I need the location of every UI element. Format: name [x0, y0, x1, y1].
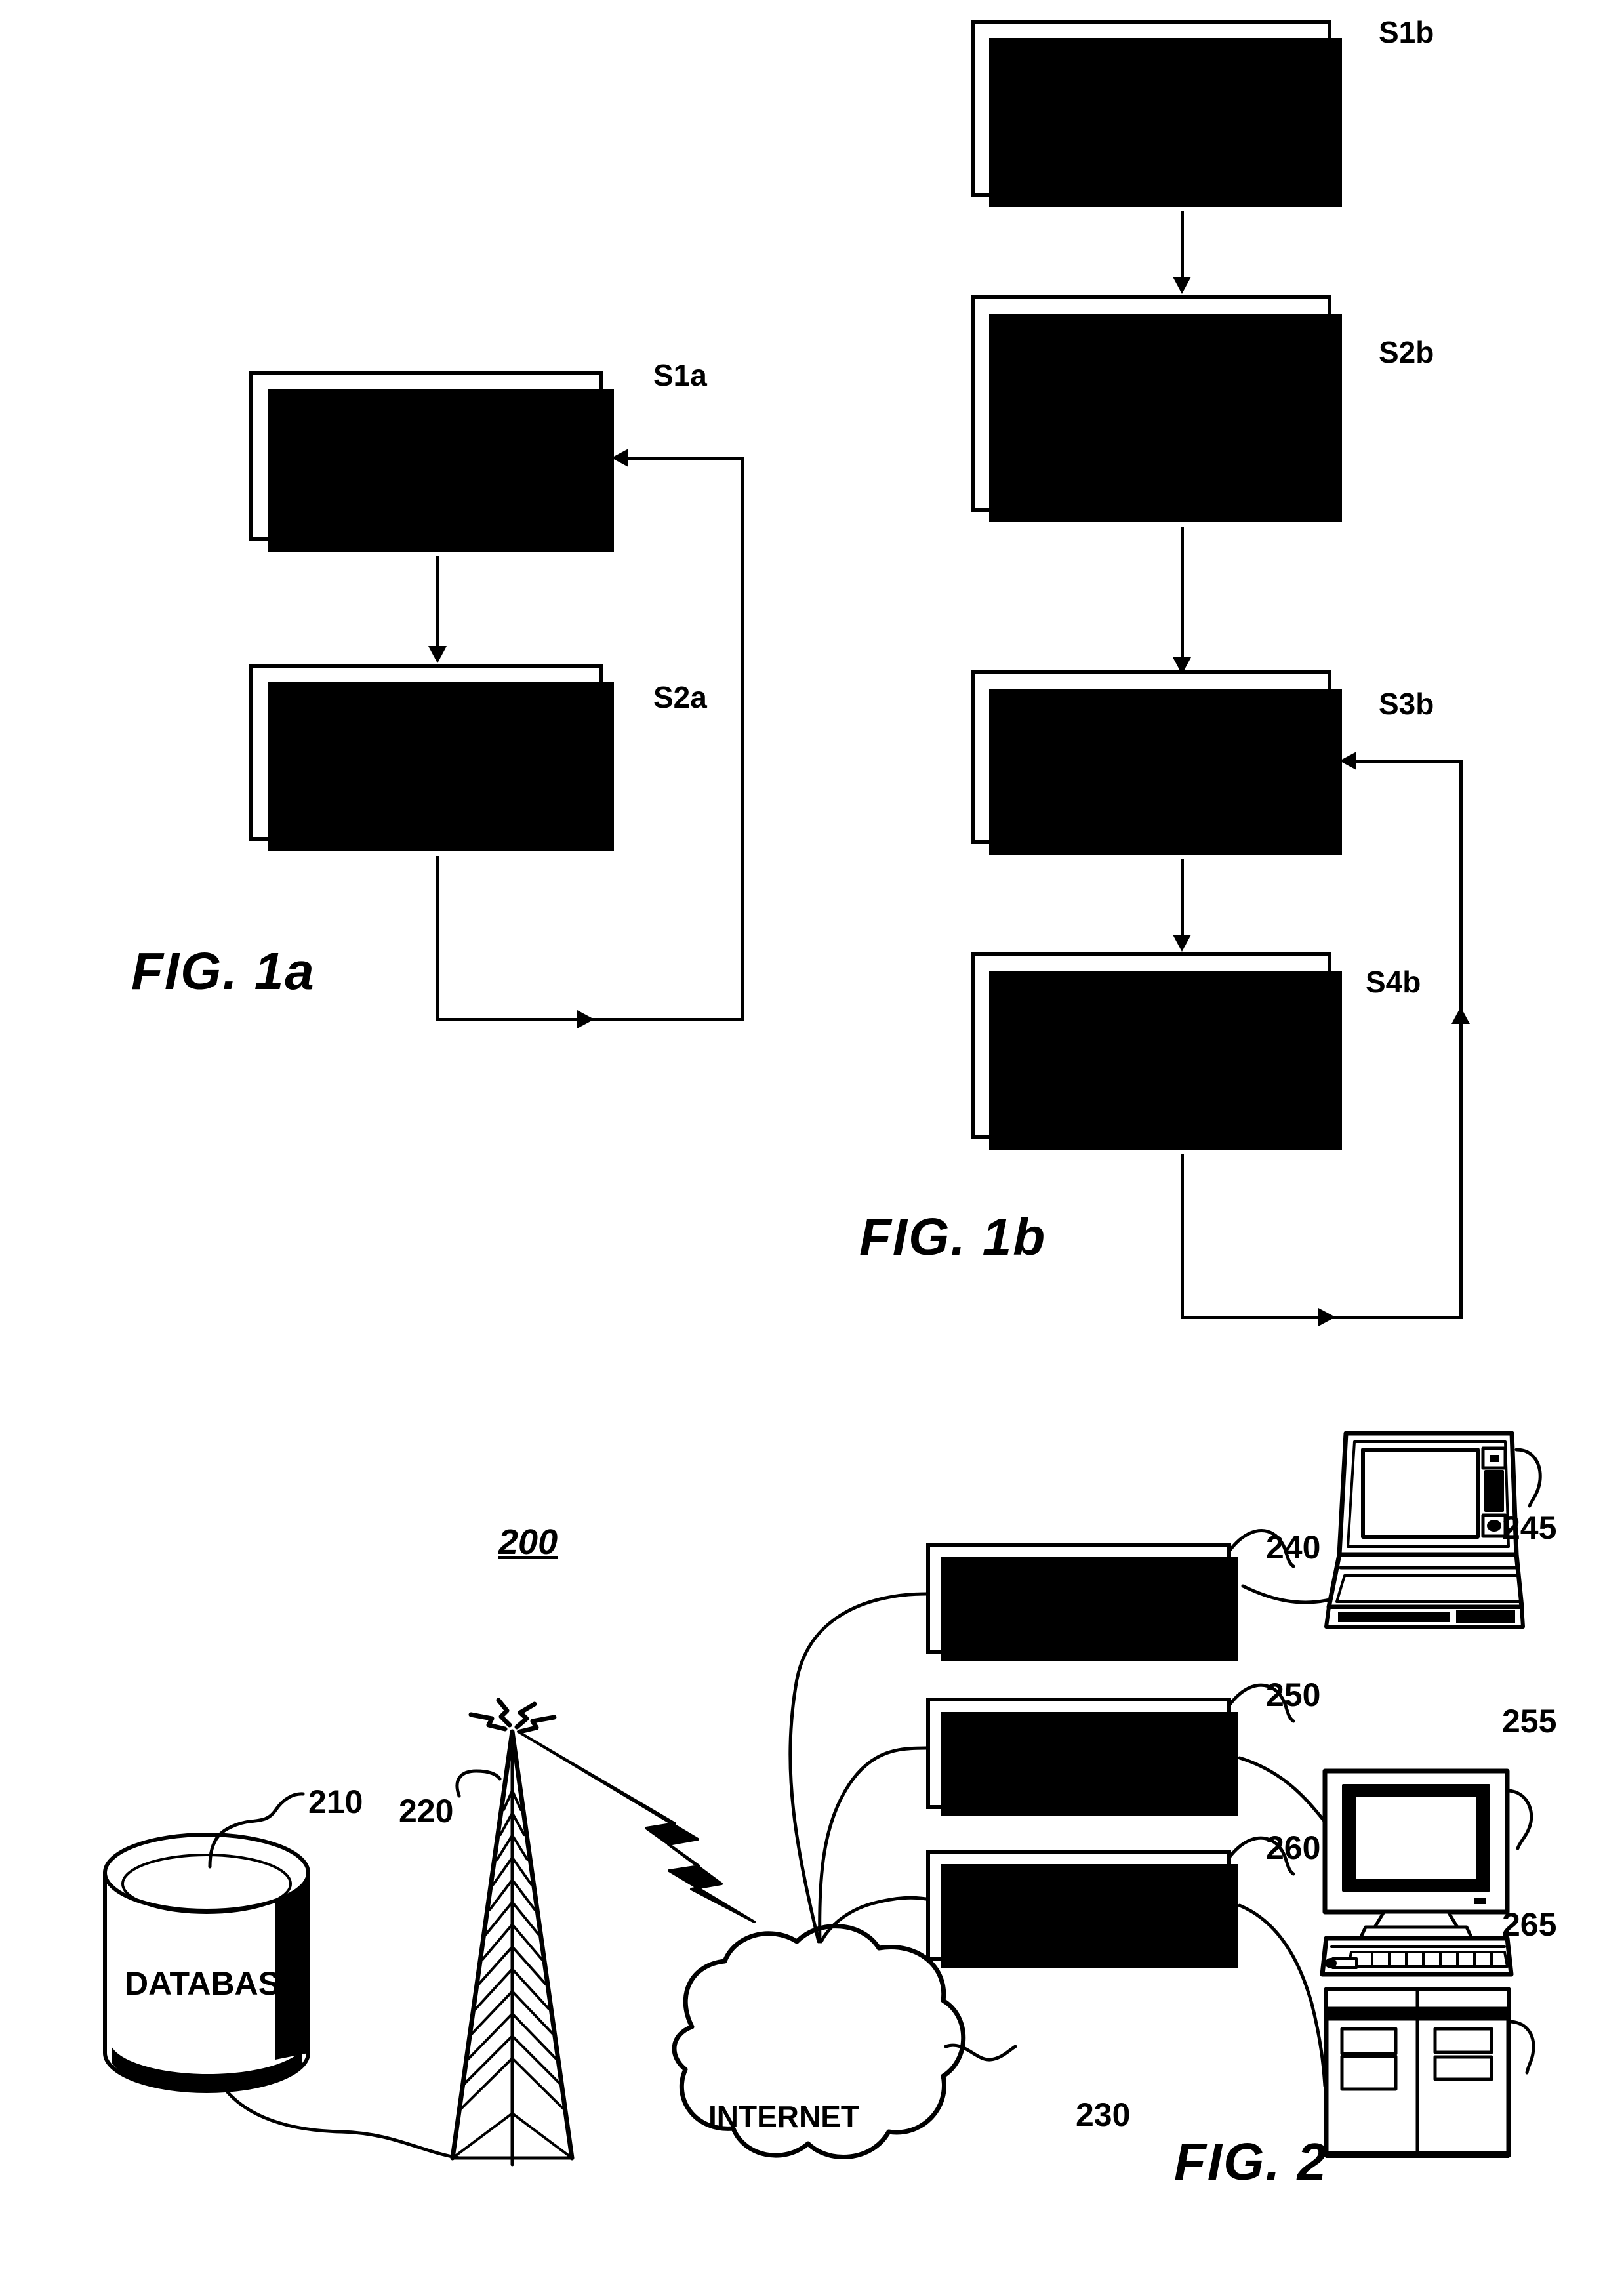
server-tower-icon: [1324, 1987, 1511, 2158]
arrow-s1a-s2a: [428, 646, 447, 663]
connector-s2b-s3b: [1181, 527, 1184, 661]
internet-label: INTERNET: [708, 2100, 859, 2134]
flow-box-s2b: ENCODE LOGIC TO BE EXECUTED UPON FIRING …: [971, 295, 1342, 522]
client-side-filter-label-250: CLIENT SIDE FILTER: [987, 1720, 1170, 1786]
step-label-s1a: S1a: [653, 358, 707, 392]
flow-box-s3b: CHECK TRIGGER FLAG: [971, 670, 1342, 855]
flow-box-s1b-label: DECLARE TRIGGER: [1071, 70, 1231, 146]
flow-box-s3b-label: CHECK TRIGGER FLAG: [1017, 720, 1285, 793]
feedback-up-1a: [741, 457, 744, 1021]
feedback-up-arrow-1b: [1451, 1007, 1470, 1024]
connector-s3b-s4b: [1181, 859, 1184, 938]
flow-box-s2a: TAKE ACTION BASED ON DATABASE QUERY RESU…: [249, 664, 614, 851]
reference-250: 250: [1266, 1677, 1321, 1713]
flow-box-s1b: DECLARE TRIGGER: [971, 20, 1342, 207]
feedback-bottom-arrow-1b: [1318, 1308, 1335, 1326]
reference-260: 260: [1266, 1829, 1321, 1866]
patent-drawing-sheet: QUERY DATABASE S1a TAKE ACTION BASED ON …: [0, 0, 1624, 2280]
system-reference-200: 200: [498, 1522, 558, 1562]
feedback-top-1a: [618, 457, 742, 460]
reference-265: 265: [1502, 1906, 1557, 1943]
arrow-s3b-s4b: [1173, 935, 1191, 952]
reference-220: 220: [399, 1793, 454, 1829]
arrow-s1b-s2b: [1173, 277, 1191, 294]
reference-255: 255: [1502, 1703, 1557, 1740]
flow-box-s1a-label: QUERY DATABASE: [336, 418, 516, 493]
feedback-bottom-arrow-1a: [577, 1010, 594, 1028]
step-label-s2b: S2b: [1379, 335, 1434, 369]
figure-1a-caption: FIG. 1a: [131, 942, 315, 1000]
flow-box-s2b-label: ENCODE LOGIC TO BE EXECUTED UPON FIRING …: [1019, 315, 1283, 492]
laptop-computer-icon: [1324, 1431, 1525, 1629]
feedback-down-1a: [436, 856, 439, 1020]
step-label-s1b: S1b: [1379, 15, 1434, 49]
client-side-filter-label-240: CLIENT SIDE FILTER: [987, 1565, 1170, 1631]
arrow-s2b-s3b: [1173, 657, 1191, 674]
client-side-filter-label-260: CLIENT SIDE FILTER: [987, 1872, 1170, 1938]
flow-box-s1a: QUERY DATABASE: [249, 371, 614, 552]
feedback-down-1b: [1181, 1154, 1184, 1318]
flow-box-s4b-label: TAKE ACTION BASED ON STATE OF TRIGGER FL…: [1036, 975, 1267, 1116]
client-side-filter-box-240: CLIENT SIDE FILTER: [926, 1543, 1238, 1661]
reference-230: 230: [1076, 2096, 1131, 2133]
reference-240: 240: [1266, 1529, 1321, 1566]
figure-1b-caption: FIG. 1b: [859, 1208, 1047, 1266]
reference-245: 245: [1502, 1509, 1557, 1546]
feedback-arrow-into-s3b: [1339, 752, 1356, 770]
flow-box-s4b: TAKE ACTION BASED ON STATE OF TRIGGER FL…: [971, 952, 1342, 1150]
client-side-filter-box-250: CLIENT SIDE FILTER: [926, 1698, 1238, 1816]
step-label-s2a: S2a: [653, 680, 707, 714]
step-label-s3b: S3b: [1379, 687, 1434, 721]
database-cylinder-icon: [103, 1833, 310, 2093]
feedback-up-1b: [1459, 760, 1463, 1317]
feedback-top-1b: [1346, 760, 1461, 763]
connector-s1b-s2b: [1181, 211, 1184, 280]
database-label: DATABASE: [125, 1965, 302, 2002]
reference-210: 210: [308, 1783, 363, 1820]
feedback-arrow-into-s1a: [611, 449, 628, 467]
figure-2-caption: FIG. 2: [1174, 2132, 1328, 2191]
step-label-s4b: S4b: [1366, 965, 1421, 999]
connector-s1a-s2a: [436, 556, 439, 648]
desktop-computer-icon: [1320, 1768, 1514, 1977]
client-side-filter-box-260: CLIENT SIDE FILTER: [926, 1850, 1238, 1968]
antenna-tower-icon: [450, 1698, 575, 2167]
flow-box-s2a-label: TAKE ACTION BASED ON DATABASE QUERY RESU…: [308, 682, 544, 823]
